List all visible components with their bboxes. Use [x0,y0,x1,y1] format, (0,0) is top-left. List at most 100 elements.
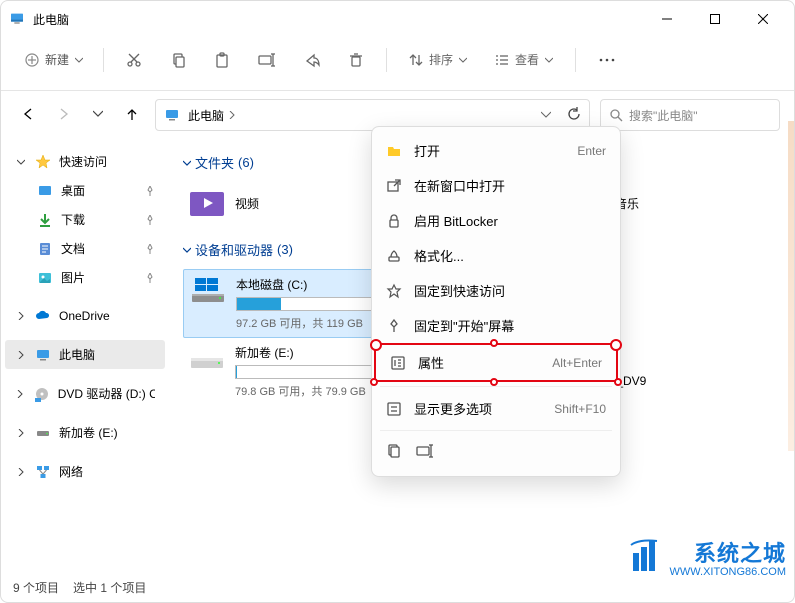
search-icon [609,108,623,122]
chevron-down-icon [15,158,27,166]
sidebar-item-label: 图片 [61,269,85,286]
sort-button[interactable]: 排序 [397,43,479,76]
context-properties-highlight: 属性 Alt+Enter [374,343,618,382]
context-label: 启用 BitLocker [414,211,498,230]
context-new-window[interactable]: 在新窗口中打开 [372,168,620,203]
plus-circle-icon [25,53,39,67]
pin-icon [145,244,155,254]
rename-button[interactable] [246,44,288,76]
sidebar-item-label: 桌面 [61,182,85,199]
pin-icon [145,186,155,196]
disc-icon [34,386,50,402]
sort-icon [409,53,423,67]
context-label: 属性 [418,353,444,372]
up-button[interactable] [119,103,145,128]
context-label: 打开 [414,141,440,160]
search-input[interactable]: 搜索"此电脑" [600,99,780,131]
minimize-button[interactable] [652,14,682,24]
context-more-options[interactable]: 显示更多选项 Shift+F10 [372,391,620,426]
pin-icon [386,318,402,334]
star-icon [35,154,51,170]
context-bitlocker[interactable]: 启用 BitLocker [372,203,620,238]
drive-usage-bar [236,297,376,311]
more-button[interactable] [586,49,628,71]
pin-icon [145,215,155,225]
sidebar-item-desktop[interactable]: 桌面 [5,176,165,205]
sidebar-item-onedrive[interactable]: OneDrive [5,302,165,330]
refresh-button[interactable] [567,107,581,124]
sidebar-item-label: 下载 [61,211,85,228]
chevron-right-icon [15,429,27,437]
properties-icon [390,355,406,371]
folder-label: 视频 [235,195,259,212]
chevron-right-icon [15,390,26,398]
paste-button[interactable] [202,44,242,76]
logo-icon [627,539,663,575]
chevron-down-icon[interactable] [541,110,551,120]
sidebar-item-pictures[interactable]: 图片 [5,263,165,292]
new-window-icon [386,178,402,194]
sidebar-item-thispc[interactable]: 此电脑 [5,340,165,369]
sidebar-item-network[interactable]: 网络 [5,457,165,486]
folder-videos[interactable]: 视频 [183,182,363,224]
document-icon [37,241,53,257]
sidebar-item-quick-access[interactable]: 快速访问 [5,147,165,176]
section-count: (3) [277,242,293,257]
computer-icon [35,347,51,363]
status-selection: 选中 1 个项目 [73,579,146,596]
context-copy-button[interactable] [386,443,402,462]
drive-usage-bar [235,365,375,379]
context-properties[interactable]: 属性 Alt+Enter [376,345,616,380]
context-open[interactable]: 打开 Enter [372,133,620,168]
cut-button[interactable] [114,44,154,76]
sidebar-item-documents[interactable]: 文档 [5,234,165,263]
context-pin-quickaccess[interactable]: 固定到快速访问 [372,273,620,308]
context-label: 固定到"开始"屏幕 [414,316,514,335]
view-button[interactable]: 查看 [483,43,565,76]
breadcrumb[interactable]: 此电脑 [188,107,224,124]
sidebar-item-dvd[interactable]: DVD 驱动器 (D:) CC [5,379,165,408]
pin-icon [145,273,155,283]
context-pin-start[interactable]: 固定到"开始"屏幕 [372,308,620,343]
watermark-title: 系统之城 [669,536,786,568]
sidebar-item-label: 此电脑 [59,346,95,363]
context-format[interactable]: 格式化... [372,238,620,273]
new-button[interactable]: 新建 [15,45,93,74]
sidebar-item-newvol[interactable]: 新加卷 (E:) [5,418,165,447]
share-button[interactable] [292,44,332,76]
sidebar-item-label: DVD 驱动器 (D:) CC [58,385,155,402]
context-rename-button[interactable] [416,443,434,462]
sort-label: 排序 [429,51,453,68]
new-label: 新建 [45,51,69,68]
delete-button[interactable] [336,44,376,76]
copy-button[interactable] [158,44,198,76]
sidebar-item-label: 快速访问 [59,153,107,170]
chevron-down-icon [75,56,83,64]
star-icon [386,283,402,299]
sidebar-item-label: 文档 [61,240,85,257]
back-button[interactable] [15,103,41,128]
folder-open-icon [386,143,402,159]
sidebar-item-label: 网络 [59,463,83,480]
chevron-right-icon [15,312,27,320]
section-title: 设备和驱动器 [195,240,273,259]
context-label: 格式化... [414,246,464,265]
recent-dropdown[interactable] [87,104,109,126]
desktop-icon [37,183,53,199]
context-menu: 打开 Enter 在新窗口中打开 启用 BitLocker 格式化... 固定到… [371,126,621,477]
right-edge-decoration [788,121,794,451]
context-label: 在新窗口中打开 [414,176,505,195]
view-icon [495,53,509,67]
forward-button[interactable] [51,103,77,128]
download-icon [37,212,53,228]
computer-icon [164,107,180,123]
maximize-button[interactable] [700,14,730,24]
sidebar: 快速访问 桌面 下载 文档 图片 [1,139,169,580]
watermark-url: WWW.XITONG86.COM [669,566,786,578]
context-label: 固定到快速访问 [414,281,505,300]
sidebar-item-downloads[interactable]: 下载 [5,205,165,234]
chevron-right-icon [15,468,27,476]
context-shortcut: Alt+Enter [552,356,602,370]
drive-subtext: 97.2 GB 可用，共 119 GB [236,315,376,331]
close-button[interactable] [748,14,778,24]
